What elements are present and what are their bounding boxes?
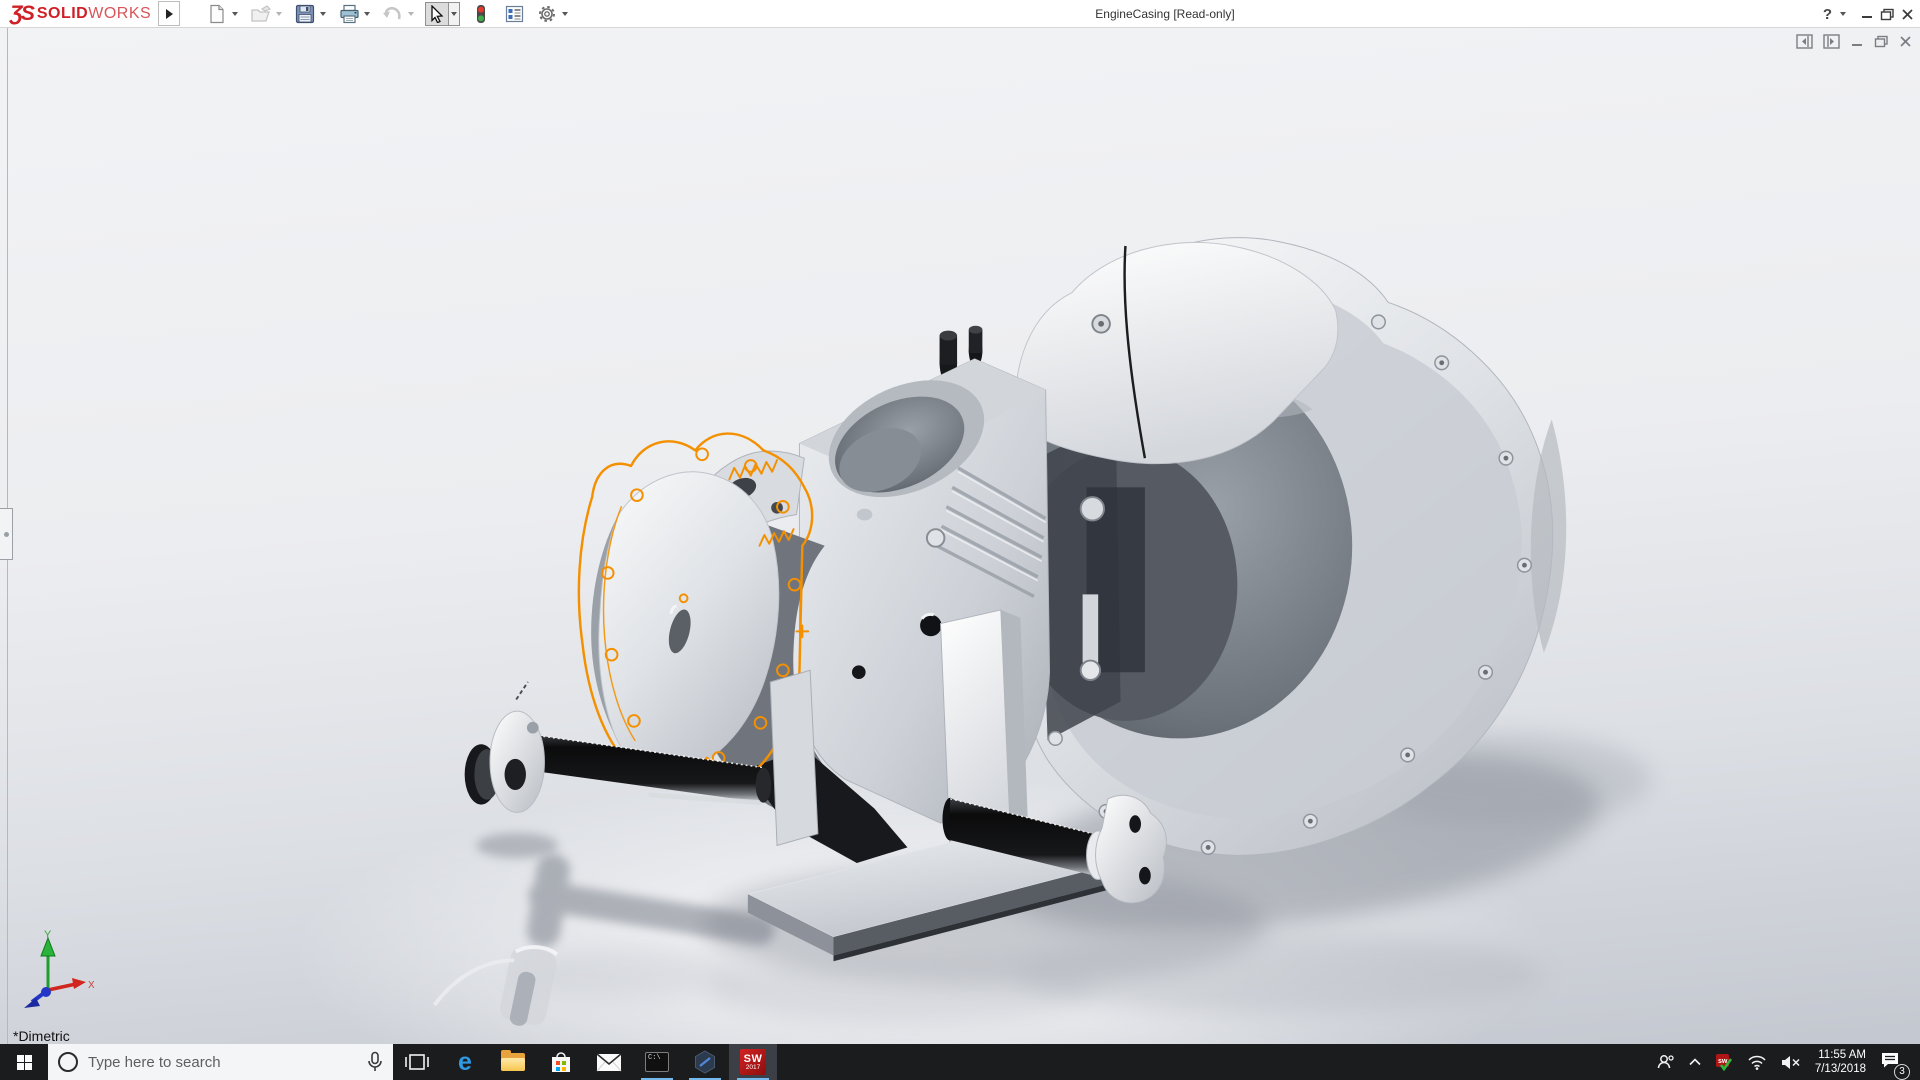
- start-button[interactable]: [0, 1044, 48, 1080]
- system-tray: sw 11:55 AM 7/13/2018: [1655, 1044, 1920, 1080]
- reference-triad: Y X: [14, 928, 94, 1008]
- undo-dropdown[interactable]: [405, 2, 416, 26]
- open-dropdown[interactable]: [273, 2, 284, 26]
- microphone-icon[interactable]: [367, 1051, 383, 1073]
- y-axis-label: Y: [44, 929, 52, 941]
- solidworks-logo: ƷS SOLID WORKS: [10, 3, 151, 25]
- undo-button[interactable]: [381, 2, 405, 26]
- titlebar: ƷS SOLID WORKS: [0, 0, 1920, 28]
- taskbar-app-task-view[interactable]: [393, 1044, 441, 1080]
- help-button[interactable]: ?: [1821, 6, 1834, 23]
- people-icon[interactable]: [1655, 1053, 1675, 1071]
- select-tool-button[interactable]: [425, 2, 449, 26]
- file-explorer-icon: [501, 1053, 525, 1071]
- clock-time: 11:55 AM: [1815, 1048, 1866, 1062]
- taskbar-app-solidworks[interactable]: SW 2017: [729, 1044, 777, 1080]
- taskbar-search[interactable]: [48, 1044, 393, 1080]
- clock-date: 7/13/2018: [1815, 1062, 1866, 1076]
- floppy-icon: [295, 4, 315, 24]
- pane-right-icon[interactable]: [1823, 34, 1840, 49]
- taskbar-app-store[interactable]: [537, 1044, 585, 1080]
- mail-icon: [596, 1053, 622, 1072]
- print-button[interactable]: [337, 2, 361, 26]
- rebuild-button[interactable]: [469, 2, 493, 26]
- store-icon: [549, 1050, 573, 1074]
- engine-casing-model[interactable]: [0, 28, 1920, 1044]
- taskbar-clock[interactable]: 11:55 AM 7/13/2018: [1815, 1048, 1866, 1076]
- menu-flyout-button[interactable]: [158, 1, 180, 26]
- save-button[interactable]: [293, 2, 317, 26]
- volume-muted-icon[interactable]: [1781, 1055, 1801, 1070]
- undo-arrow-icon: [382, 5, 404, 23]
- folder-open-icon: [250, 4, 272, 24]
- solidworks-window: ƷS SOLID WORKS: [0, 0, 1920, 1080]
- close-button[interactable]: [1901, 8, 1914, 21]
- windows-taskbar: e C:\: [0, 1044, 1920, 1080]
- edrawings-icon: [693, 1050, 717, 1074]
- taskbar-app-file-explorer[interactable]: [489, 1044, 537, 1080]
- window-controls: ?: [1821, 0, 1914, 28]
- flyout-arrow-icon: [166, 9, 173, 19]
- minimize-button[interactable]: [1860, 8, 1874, 20]
- print-dropdown[interactable]: [361, 2, 372, 26]
- cortana-icon: [58, 1052, 78, 1072]
- doc-close-button[interactable]: [1899, 35, 1912, 48]
- save-dropdown[interactable]: [317, 2, 328, 26]
- quick-access-toolbar: [205, 0, 579, 28]
- taskbar-app-edge[interactable]: e: [441, 1044, 489, 1080]
- solidworks-icon-text: SW: [744, 1054, 763, 1064]
- taskbar-app-edrawings[interactable]: [681, 1044, 729, 1080]
- taskbar-app-mail[interactable]: [585, 1044, 633, 1080]
- form-list-icon: [505, 5, 524, 23]
- graphics-viewport[interactable]: Y X *Dimetric: [0, 28, 1920, 1044]
- solidworks-icon-year: 2017: [746, 1064, 760, 1071]
- file-properties-button[interactable]: [502, 2, 526, 26]
- edge-icon: e: [458, 1050, 472, 1075]
- panel-tab-dot: [4, 532, 9, 537]
- open-button[interactable]: [249, 2, 273, 26]
- windows-logo-icon: [17, 1055, 32, 1070]
- x-axis-label: X: [88, 980, 94, 991]
- new-document-dropdown[interactable]: [229, 2, 240, 26]
- new-document-button[interactable]: [205, 2, 229, 26]
- notification-badge: 3: [1894, 1064, 1910, 1080]
- traffic-light-icon: [475, 4, 487, 24]
- printer-icon: [339, 4, 360, 24]
- solidworks-icon: SW 2017: [740, 1049, 766, 1075]
- document-window-controls: [1796, 34, 1912, 49]
- document-title: EngineCasing [Read-only]: [540, 0, 1790, 28]
- logo-text-solid: SOLID: [37, 5, 88, 23]
- chevron-up-icon[interactable]: [1689, 1058, 1701, 1066]
- restore-button[interactable]: [1880, 8, 1895, 21]
- doc-restore-button[interactable]: [1874, 35, 1889, 48]
- x-axis-arrow: [72, 978, 86, 989]
- task-view-icon: [405, 1052, 429, 1072]
- command-prompt-icon: C:\: [645, 1052, 669, 1072]
- wifi-icon[interactable]: [1747, 1055, 1767, 1070]
- solidworks-monitor-icon[interactable]: sw: [1715, 1053, 1733, 1071]
- cursor-icon: [429, 5, 445, 23]
- action-center-button[interactable]: 3: [1880, 1051, 1908, 1074]
- logo-text-works: WORKS: [88, 5, 151, 23]
- feature-manager-collapse-tab[interactable]: [0, 508, 13, 560]
- view-orientation-label: *Dimetric: [13, 1028, 70, 1044]
- solidworks-logo-mark: ƷS: [10, 2, 33, 26]
- pane-left-icon[interactable]: [1796, 34, 1813, 49]
- taskbar-app-command-prompt[interactable]: C:\: [633, 1044, 681, 1080]
- help-dropdown[interactable]: [1840, 12, 1846, 16]
- page-icon: [207, 4, 227, 24]
- reflection-fragment: [497, 942, 560, 1031]
- search-input[interactable]: [88, 1054, 357, 1071]
- doc-minimize-button[interactable]: [1850, 36, 1864, 48]
- select-tool-dropdown[interactable]: [449, 2, 460, 26]
